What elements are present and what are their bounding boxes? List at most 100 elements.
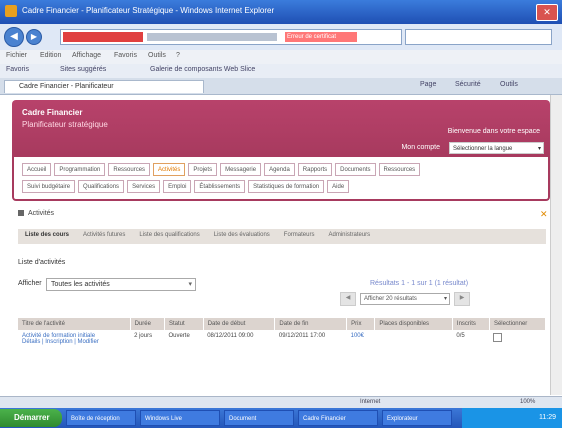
nav-item[interactable]: Accueil [22,163,52,176]
page-size-select[interactable]: Afficher 20 résultats ▾ [360,293,450,305]
account-link[interactable]: Mon compte [401,144,440,151]
subtab[interactable]: Formateurs [277,229,322,244]
address-bar: ◀ ▶ Erreur de certificat [0,24,562,50]
filter-label: Afficher [18,280,42,287]
menu-favorites[interactable]: Favoris [114,52,137,59]
window-title: Cadre Financier - Planificateur Stratégi… [22,6,275,15]
filter-select[interactable]: Toutes les activités ▾ [46,278,196,291]
menu-view[interactable]: Affichage [72,52,101,59]
column-header[interactable]: Durée [130,318,165,330]
section-icon [18,210,24,217]
taskbar-item-mail[interactable]: Boîte de réception [66,410,136,426]
subtab[interactable]: Activités futures [76,229,132,244]
column-header[interactable]: Prix [346,318,376,330]
nav-item[interactable]: Qualifications [78,180,125,193]
activity-actions[interactable]: Détails | Inscription | Modifier [22,339,126,345]
nav-item[interactable]: Messagerie [220,163,262,176]
select-cell [489,330,545,348]
column-header[interactable]: Titre de l'activité [18,318,131,330]
search-input[interactable] [405,29,552,45]
browser-app-icon [5,5,17,17]
language-select-value: Sélectionner la langue [453,146,513,152]
pagination: ◀ Afficher 20 résultats ▾ ▶ [340,292,540,306]
column-header[interactable]: Date de fin [274,318,348,330]
page-size-value: Afficher 20 résultats [364,296,417,302]
column-header[interactable]: Sélectionner [489,318,547,330]
results-summary: Résultats 1 - 1 sur 1 (1 résultat) [370,280,469,287]
section-subtabs: Liste des cours Activités futures Liste de… [18,229,546,244]
menu-tools[interactable]: Outils [148,52,166,59]
menu-help[interactable]: ? [176,52,180,59]
section-close-icon[interactable]: ✕ [540,209,548,220]
nav-item[interactable]: Ressources [108,163,151,176]
menu-bar: Fichier Edition Affichage Favoris Outils… [0,50,562,64]
nav-item[interactable]: Établissements [194,180,246,193]
site-subtitle: Planificateur stratégique [22,120,108,129]
favorites-bar: Favoris Sites suggérés Galerie de compos… [0,64,562,78]
vertical-scrollbar[interactable] [550,95,562,395]
nav-item[interactable]: Services [127,180,161,193]
url-text [147,33,277,41]
column-header[interactable]: Inscrits [452,318,490,330]
chevron-down-icon: ▾ [188,281,192,288]
security-zone: Internet [360,399,381,405]
suggested-sites-link[interactable]: Sites suggérés [60,66,106,73]
forward-button[interactable]: ▶ [26,29,42,45]
duration-cell: 2 jours [134,333,153,339]
start-button[interactable]: Démarrer [0,409,62,427]
main-navigation: Accueil Programmation Ressources Activités P… [12,157,550,201]
nav-item[interactable]: Programmation [54,163,106,176]
nav-item[interactable]: Projets [188,163,218,176]
subtab[interactable]: Liste des qualifications [132,229,206,244]
taskbar-item-document[interactable]: Document [224,410,294,426]
favorites-star[interactable]: Favoris [6,66,29,73]
column-header[interactable]: Places disponibles [374,318,453,330]
column-header[interactable]: Date de début [203,318,276,330]
status-cell: Ouverte [168,333,190,339]
web-slice-gallery-link[interactable]: Galerie de composants Web Slice [150,66,255,73]
nav-item[interactable]: Emploi [163,180,192,193]
menu-file[interactable]: Fichier [6,52,27,59]
nav-item[interactable]: Activités [153,163,186,176]
tools-menu[interactable]: Outils [500,81,518,88]
nav-item[interactable]: Documents [335,163,376,176]
browser-tab[interactable]: Cadre Financier - Planificateur [4,80,204,93]
list-title: Liste d'activités [18,259,66,266]
price-cell: 100€ [350,333,364,339]
select-checkbox[interactable] [493,333,503,342]
welcome-text: Bienvenue dans votre espace [447,128,540,135]
menu-edit[interactable]: Edition [40,52,61,59]
prev-page-button[interactable]: ◀ [340,292,356,306]
language-select[interactable]: Sélectionner la langue ▾ [449,142,544,154]
nav-item[interactable]: Rapports [297,163,333,176]
nav-item[interactable]: Aide [327,180,350,193]
start-date-cell: 08/12/2011 09:00 [207,333,254,339]
nav-item[interactable]: Suivi budgétaire [22,180,76,193]
subtab[interactable]: Liste des évaluations [207,229,277,244]
chevron-down-icon: ▾ [537,146,541,152]
taskbar-item-browser[interactable]: Cadre Financier [298,410,378,426]
back-button[interactable]: ◀ [4,27,24,47]
nav-item[interactable]: Agenda [264,163,295,176]
column-header[interactable]: Statut [164,318,204,330]
filter-select-value: Toutes les activités [51,281,110,288]
section-header: Activités [18,210,54,217]
page-menu[interactable]: Page [420,81,436,88]
taskbar-item-explorer[interactable]: Explorateur [382,410,452,426]
certificate-error-badge[interactable]: Erreur de certificat [285,32,357,42]
subtab[interactable]: Administrateurs [321,229,377,244]
subtab[interactable]: Liste des cours [18,229,76,244]
nav-item[interactable]: Ressources [378,163,421,176]
activity-title-cell[interactable]: Activité de formation initiale Détails | … [18,330,130,348]
next-page-button[interactable]: ▶ [454,292,470,306]
table-row: Activité de formation initiale Détails | … [18,330,546,348]
table-header-row: Titre de l'activité Durée Statut Date de dé… [18,318,547,330]
zoom-level[interactable]: 100% [520,399,535,405]
chevron-down-icon: ▾ [443,296,447,302]
taskbar-item-live[interactable]: Windows Live [140,410,220,426]
nav-item[interactable]: Statistiques de formation [248,180,325,193]
enrolled-cell: 0/5 [456,333,465,339]
url-input[interactable]: Erreur de certificat [60,29,402,45]
window-close-button[interactable]: ✕ [536,4,558,21]
safety-menu[interactable]: Sécurité [455,81,481,88]
